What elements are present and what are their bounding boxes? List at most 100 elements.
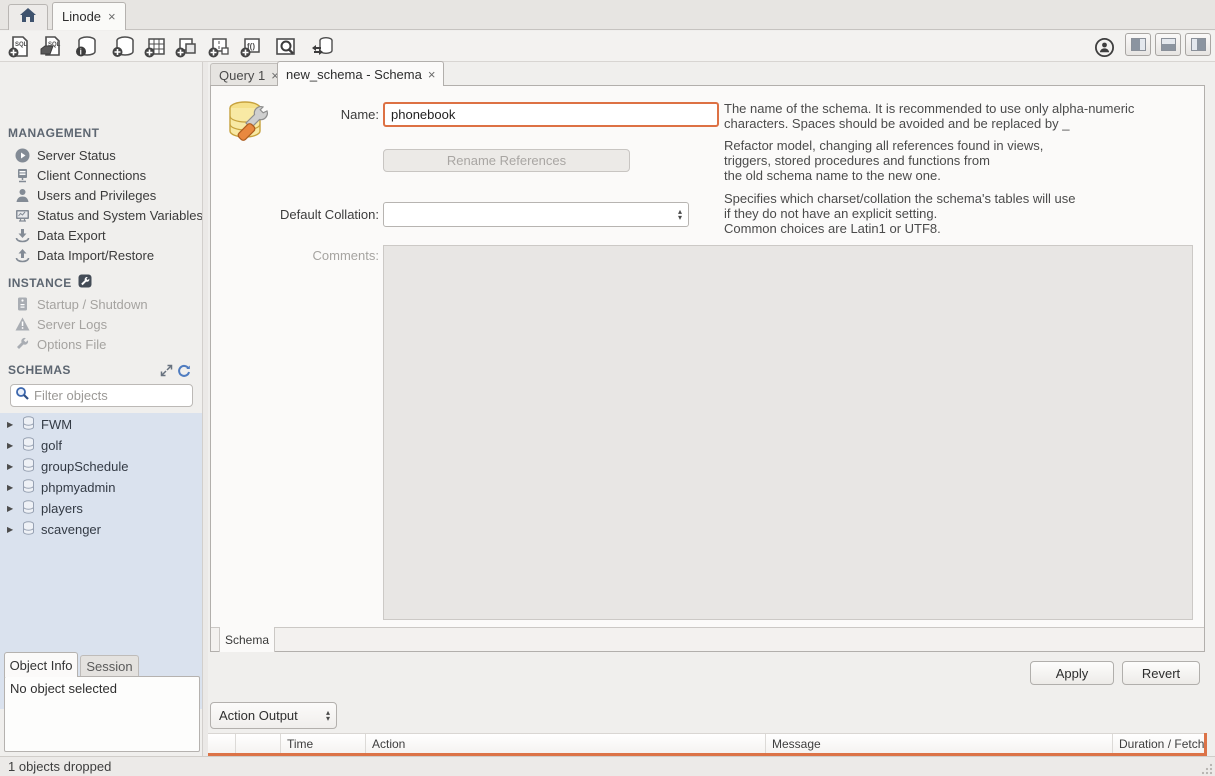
schema-icon: [22, 458, 35, 475]
column-header-index: [235, 734, 280, 754]
tab-schema-bottom[interactable]: Schema: [219, 627, 275, 652]
sidebar-item-label: Data Export: [37, 228, 106, 243]
collation-help-text: Specifies which charset/collation the sc…: [724, 191, 1202, 236]
tab-session[interactable]: Session: [80, 655, 139, 677]
sidebar-item-label: Client Connections: [37, 168, 146, 183]
schema-name: players: [41, 501, 83, 516]
sidebar-item-label: Startup / Shutdown: [37, 297, 148, 312]
schema-inspector-icon[interactable]: i: [73, 34, 99, 60]
create-function-icon[interactable]: f(): [238, 34, 264, 60]
toggle-right-sidebar-icon: [1191, 38, 1206, 51]
svg-text:SQL: SQL: [15, 42, 28, 48]
sidebar-item-options-file[interactable]: Options File: [14, 334, 202, 354]
connection-tab-label: Linode: [62, 9, 101, 24]
reconnect-database-icon[interactable]: [309, 34, 335, 60]
column-header-message: Message: [765, 734, 1112, 754]
sidebar-item-data-export[interactable]: Data Export: [14, 225, 202, 245]
users-icon: [14, 187, 30, 203]
sidebar-item-label: Server Status: [37, 148, 116, 163]
tab-query-1-label: Query 1: [219, 68, 265, 83]
comments-textarea[interactable]: [383, 245, 1193, 620]
sidebar-item-label: Server Logs: [37, 317, 107, 332]
rename-references-button[interactable]: Rename References: [383, 149, 630, 172]
schema-row-phpmyadmin[interactable]: ▶ phpmyadmin: [0, 477, 202, 498]
schema-icon: [22, 437, 35, 454]
schema-name: scavenger: [41, 522, 101, 537]
create-schema-icon[interactable]: [110, 34, 136, 60]
server-status-icon: [14, 147, 30, 163]
sidebar-item-server-logs[interactable]: Server Logs: [14, 314, 202, 334]
schema-row-fwm[interactable]: ▶ FWM: [0, 414, 202, 435]
expander-icon[interactable]: ▶: [7, 420, 16, 429]
expand-schemas-icon[interactable]: [160, 364, 173, 382]
revert-button-label: Revert: [1142, 666, 1180, 681]
close-icon[interactable]: ×: [428, 67, 436, 82]
spin-down-icon[interactable]: ▾: [326, 716, 330, 722]
expander-icon[interactable]: ▶: [7, 462, 16, 471]
expander-icon[interactable]: ▶: [7, 483, 16, 492]
connection-tab-linode[interactable]: Linode ×: [52, 2, 126, 30]
system-variables-icon: [14, 207, 30, 223]
sidebar-item-server-status[interactable]: Server Status: [14, 145, 202, 165]
tab-session-label: Session: [86, 659, 132, 674]
apply-button[interactable]: Apply: [1030, 661, 1114, 685]
search-table-data-icon[interactable]: [273, 34, 299, 60]
tab-schema-editor-label: new_schema - Schema: [286, 67, 422, 82]
collation-label: Default Collation:: [241, 207, 379, 222]
new-sql-tab-icon[interactable]: SQL: [6, 34, 32, 60]
sidebar-item-label: Users and Privileges: [37, 188, 156, 203]
sidebar-item-data-import[interactable]: Data Import/Restore: [14, 245, 202, 265]
schema-name-input[interactable]: [383, 102, 719, 127]
sidebar-item-startup-shutdown[interactable]: Startup / Shutdown: [14, 294, 202, 314]
open-sql-script-icon[interactable]: SQL: [38, 34, 64, 60]
toggle-left-sidebar-button[interactable]: [1125, 33, 1151, 56]
schema-row-groupschedule[interactable]: ▶ groupSchedule: [0, 456, 202, 477]
schema-editor-panel: Name: The name of the schema. It is reco…: [210, 85, 1205, 652]
schema-name: groupSchedule: [41, 459, 128, 474]
tab-schema-editor[interactable]: new_schema - Schema ×: [277, 61, 444, 86]
sidebar-item-client-connections[interactable]: Client Connections: [14, 165, 202, 185]
schema-row-golf[interactable]: ▶ golf: [0, 435, 202, 456]
toggle-right-sidebar-button[interactable]: [1185, 33, 1211, 56]
schema-name: phpmyadmin: [41, 480, 115, 495]
object-info-panel: No object selected: [4, 676, 200, 752]
expander-icon[interactable]: ▶: [7, 441, 16, 450]
schema-name: FWM: [41, 417, 72, 432]
expander-icon[interactable]: ▶: [7, 525, 16, 534]
collation-select[interactable]: ▴ ▾: [383, 202, 689, 227]
resize-grip-icon[interactable]: [1201, 762, 1213, 776]
create-view-icon[interactable]: [173, 34, 199, 60]
sidebar-splitter[interactable]: [203, 62, 208, 756]
user-account-icon[interactable]: [1091, 34, 1117, 60]
data-import-icon: [14, 247, 30, 263]
spin-down-icon[interactable]: ▾: [678, 215, 682, 221]
home-tab[interactable]: [8, 4, 48, 30]
refresh-schemas-icon[interactable]: [177, 364, 191, 383]
schema-icon: [22, 521, 35, 538]
tab-object-info-label: Object Info: [10, 658, 73, 673]
output-table-header: Time Action Message Duration / Fetch: [208, 733, 1207, 753]
expander-icon[interactable]: ▶: [7, 504, 16, 513]
tab-object-info[interactable]: Object Info: [4, 652, 78, 677]
schema-row-players[interactable]: ▶ players: [0, 498, 202, 519]
create-table-icon[interactable]: [142, 34, 168, 60]
schema-filter-input[interactable]: [34, 388, 210, 403]
schema-filter: [10, 384, 193, 407]
spinner-icon[interactable]: ▴ ▾: [672, 209, 688, 221]
close-icon[interactable]: ×: [108, 9, 116, 24]
schema-row-scavenger[interactable]: ▶ scavenger: [0, 519, 202, 540]
sidebar-item-users-privileges[interactable]: Users and Privileges: [14, 185, 202, 205]
revert-button[interactable]: Revert: [1122, 661, 1200, 685]
create-procedure-icon[interactable]: [206, 34, 232, 60]
management-section-title: MANAGEMENT: [8, 126, 99, 140]
name-help-text: The name of the schema. It is recommende…: [724, 101, 1202, 131]
comments-label: Comments:: [241, 248, 379, 263]
window-tab-strip: Linode ×: [0, 0, 1215, 30]
sidebar-item-label: Options File: [37, 337, 106, 352]
main-toolbar: SQL SQL i f(): [0, 31, 1215, 62]
spinner-icon[interactable]: ▴ ▾: [320, 710, 336, 722]
sidebar-item-system-variables[interactable]: Status and System Variables: [14, 205, 202, 225]
column-header-action: Action: [365, 734, 765, 754]
toggle-bottom-panel-button[interactable]: [1155, 33, 1181, 56]
output-selector[interactable]: Action Output ▴ ▾: [210, 702, 337, 729]
